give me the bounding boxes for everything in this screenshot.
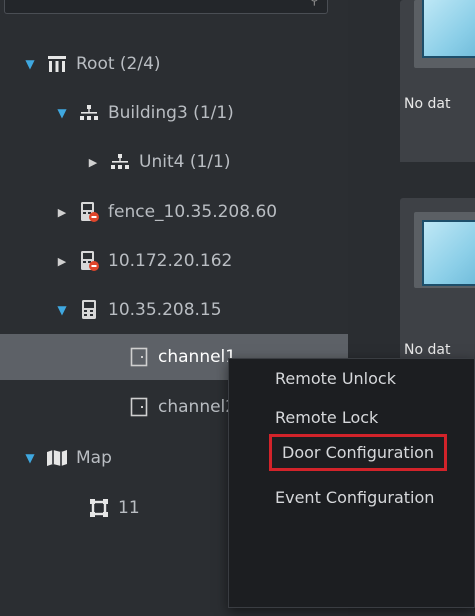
tree-node-label: Building3 (1/1) <box>108 103 234 123</box>
tree-node-label: channel1 <box>158 347 237 367</box>
map-icon <box>46 447 68 469</box>
channel-card[interactable]: No dat <box>400 198 475 358</box>
card-status-text: No dat <box>404 96 451 112</box>
tree-node-label: channel2 <box>158 397 237 417</box>
tree-node-device-10-172-20-162[interactable]: ▶ 10.172.20.162 <box>0 240 348 282</box>
tree-node-label: Map <box>76 448 112 468</box>
tree-node-building3[interactable]: ▼ Building3 (1/1) <box>0 92 348 134</box>
expand-arrow-icon[interactable]: ▼ <box>22 451 38 465</box>
menu-item-event-configuration[interactable]: Event Configuration <box>275 488 434 507</box>
device-offline-icon <box>78 250 100 272</box>
search-icon[interactable]: ⚲ <box>309 0 319 8</box>
collapse-arrow-icon[interactable]: ▶ <box>54 255 70 268</box>
collapse-arrow-icon[interactable]: ▶ <box>54 206 70 219</box>
device-offline-icon <box>78 201 100 223</box>
org-structure-icon <box>78 102 100 124</box>
channel-thumbnail <box>414 212 475 288</box>
tree-node-device-10-35-208-15[interactable]: ▼ 10.35.208.15 <box>0 289 348 331</box>
channel-thumbnail <box>414 0 475 68</box>
map-area-icon <box>88 497 110 519</box>
menu-item-remote-lock[interactable]: Remote Lock <box>275 408 378 427</box>
tree-node-label: 11 <box>118 498 140 518</box>
door-channel-icon <box>128 346 150 368</box>
door-image-icon <box>422 0 475 58</box>
channel-card[interactable]: No dat <box>400 0 475 162</box>
door-channel-icon <box>128 396 150 418</box>
collapse-arrow-icon[interactable]: ▶ <box>85 156 101 169</box>
menu-item-door-configuration[interactable]: Door Configuration <box>269 434 448 471</box>
tree-node-label: Root (2/4) <box>76 54 161 74</box>
expand-arrow-icon[interactable]: ▼ <box>54 106 70 120</box>
tree-node-label: fence_10.35.208.60 <box>108 202 278 222</box>
card-status-text: No dat <box>404 342 451 358</box>
menu-item-remote-unlock[interactable]: Remote Unlock <box>275 369 396 388</box>
tree-node-label: 10.35.208.15 <box>108 300 222 320</box>
device-icon <box>78 299 100 321</box>
tree-node-unit4[interactable]: ▶ Unit4 (1/1) <box>0 141 348 183</box>
context-menu: Remote Unlock Remote Lock Door Configura… <box>228 358 475 608</box>
tree-node-label: Unit4 (1/1) <box>139 152 231 172</box>
tree-node-fence-device[interactable]: ▶ fence_10.35.208.60 <box>0 191 348 233</box>
expand-arrow-icon[interactable]: ▼ <box>54 303 70 317</box>
tree-node-root[interactable]: ▼ Root (2/4) <box>0 43 348 85</box>
org-structure-icon <box>109 151 131 173</box>
door-image-icon <box>422 220 475 286</box>
root-icon <box>46 53 68 75</box>
tree-search-input[interactable]: ⚲ <box>4 0 328 14</box>
expand-arrow-icon[interactable]: ▼ <box>22 57 38 71</box>
tree-node-label: 10.172.20.162 <box>108 251 233 271</box>
